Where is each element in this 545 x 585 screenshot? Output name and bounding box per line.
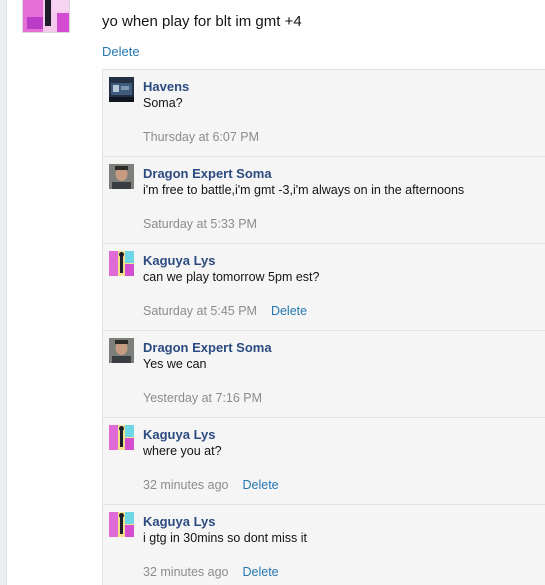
comment-author[interactable]: Havens <box>143 79 189 94</box>
poster-avatar[interactable] <box>22 0 70 33</box>
comment-text: i'm free to battle,i'm gmt -3,i'm always… <box>143 183 465 197</box>
comment-item: Havens Soma? Thursday at 6:07 PM <box>103 70 545 157</box>
comment-text: Yes we can <box>143 357 207 371</box>
comment-author[interactable]: Kaguya Lys <box>143 514 216 529</box>
comment-meta: Saturday at 5:45 PM Delete <box>143 304 307 318</box>
comment-time[interactable]: Yesterday at 7:16 PM <box>143 391 262 405</box>
comment-text: i gtg in 30mins so dont miss it <box>143 531 307 545</box>
comment-text: Soma? <box>143 96 183 110</box>
soma-avatar[interactable] <box>109 338 134 363</box>
comment-time[interactable]: Thursday at 6:07 PM <box>143 130 259 144</box>
post-message: yo when play for blt im gmt +4 <box>102 13 302 30</box>
soma-avatar[interactable] <box>109 164 134 189</box>
comment-time[interactable]: Saturday at 5:33 PM <box>143 217 257 231</box>
comment-thread: Havens Soma? Thursday at 6:07 PM Dragon … <box>102 69 545 585</box>
poster-name-clipped <box>103 0 303 2</box>
comment-item: Kaguya Lys can we play tomorrow 5pm est?… <box>103 244 545 331</box>
kaguya-avatar[interactable] <box>109 251 134 276</box>
comment-delete-link[interactable]: Delete <box>242 478 278 492</box>
left-rail-divider <box>6 0 7 585</box>
comment-time[interactable]: 32 minutes ago <box>143 565 228 579</box>
comment-delete-link[interactable]: Delete <box>271 304 307 318</box>
comment-item: Kaguya Lys where you at? 32 minutes ago D… <box>103 418 545 505</box>
post-delete-link[interactable]: Delete <box>102 44 140 59</box>
comment-meta: Thursday at 6:07 PM <box>143 130 259 144</box>
comment-author[interactable]: Dragon Expert Soma <box>143 166 272 181</box>
comment-meta: 32 minutes ago Delete <box>143 565 279 579</box>
comment-meta: Yesterday at 7:16 PM <box>143 391 262 405</box>
comment-delete-link[interactable]: Delete <box>242 565 278 579</box>
comment-text: can we play tomorrow 5pm est? <box>143 270 320 284</box>
comment-time[interactable]: Saturday at 5:45 PM <box>143 304 257 318</box>
comment-author[interactable]: Kaguya Lys <box>143 253 216 268</box>
kaguya-avatar[interactable] <box>109 512 134 537</box>
profile-post-page: yo when play for blt im gmt +4 Delete Ha… <box>0 0 545 585</box>
comment-meta: Saturday at 5:33 PM <box>143 217 257 231</box>
comment-meta: 32 minutes ago Delete <box>143 478 279 492</box>
comment-item: Dragon Expert Soma i'm free to battle,i'… <box>103 157 545 244</box>
comment-time[interactable]: 32 minutes ago <box>143 478 228 492</box>
kaguya-avatar[interactable] <box>109 425 134 450</box>
comment-author[interactable]: Dragon Expert Soma <box>143 340 272 355</box>
comment-author[interactable]: Kaguya Lys <box>143 427 216 442</box>
havens-avatar[interactable] <box>109 77 134 102</box>
comment-item: Kaguya Lys i gtg in 30mins so dont miss … <box>103 505 545 585</box>
comment-item: Dragon Expert Soma Yes we can Yesterday … <box>103 331 545 418</box>
comment-text: where you at? <box>143 444 222 458</box>
